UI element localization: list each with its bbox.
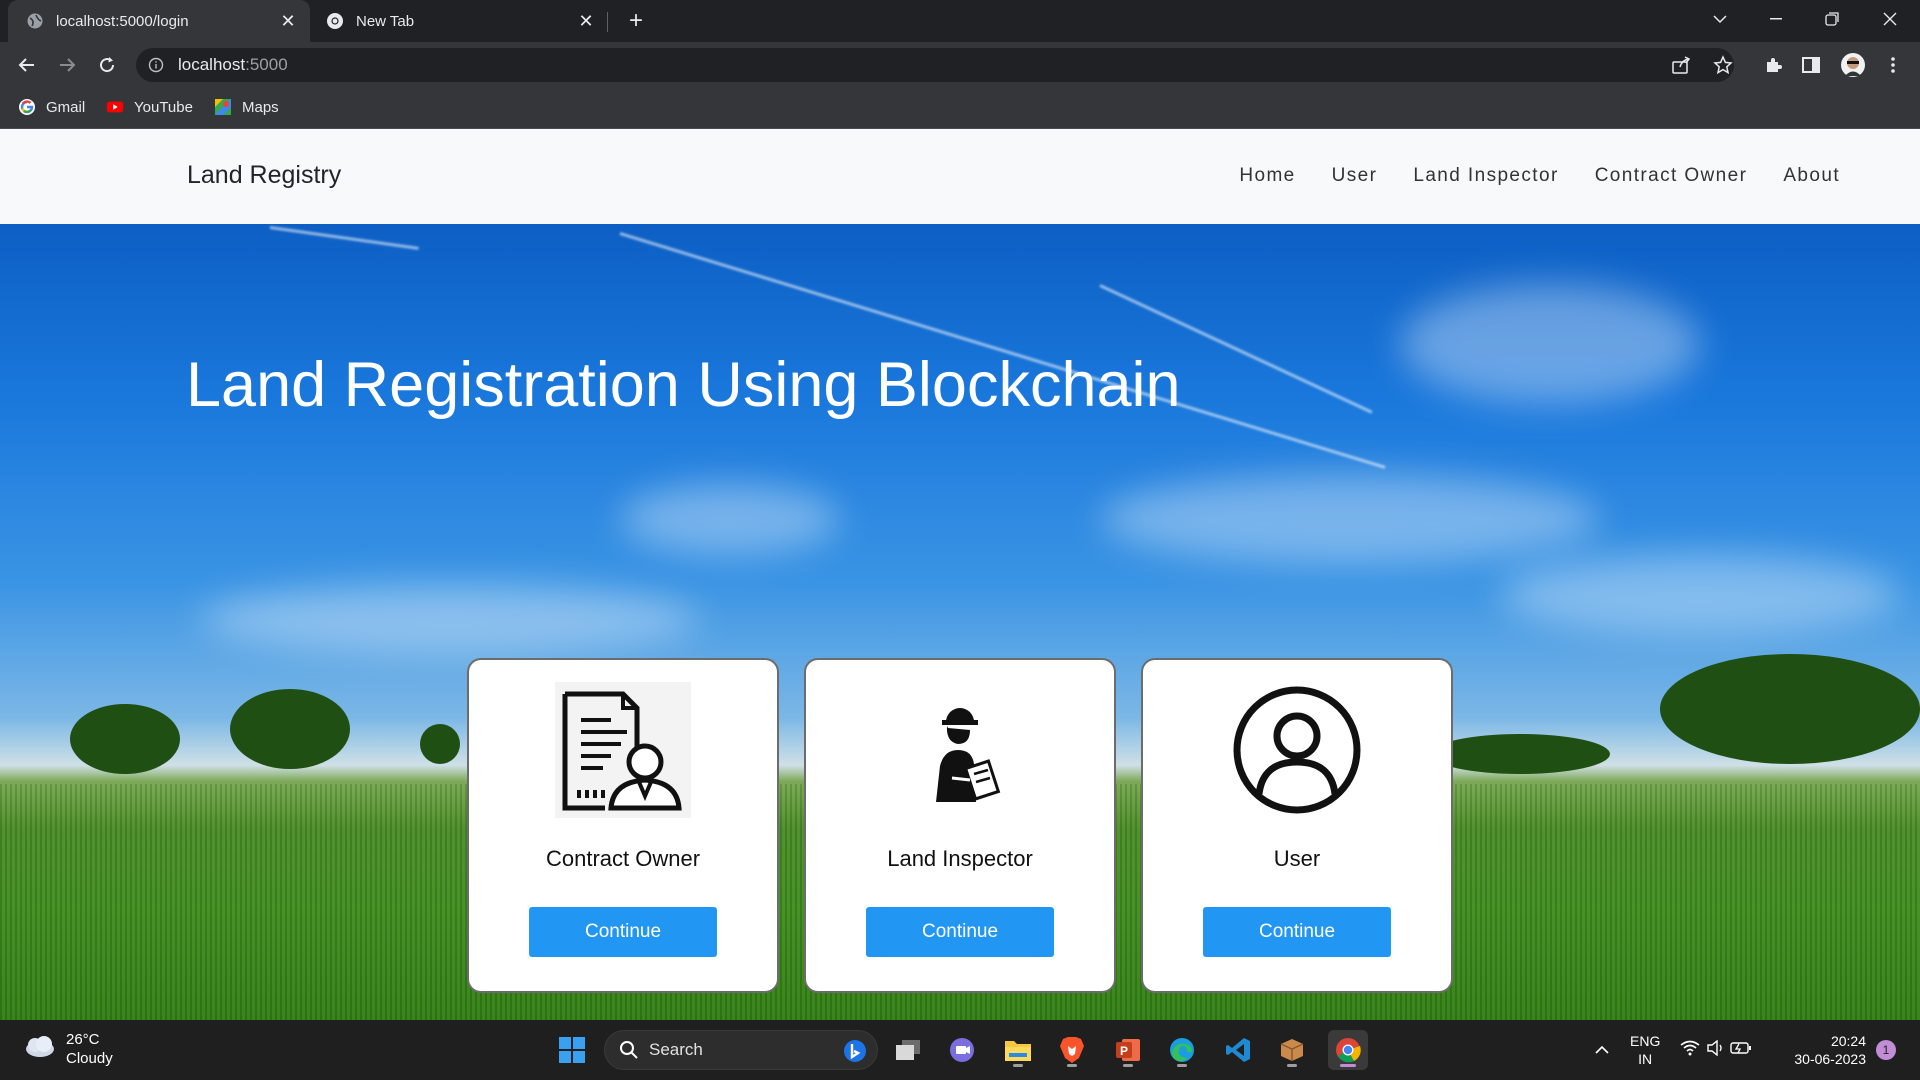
clock[interactable]: 20:24 30-06-2023 [1782, 1032, 1866, 1068]
bookmarks-bar: Gmail YouTube Maps [0, 88, 1920, 129]
wifi-icon [1680, 1040, 1700, 1061]
powerpoint-icon[interactable]: P [1108, 1030, 1148, 1070]
cloud-decoration [200, 584, 700, 654]
extensions-icon[interactable] [1758, 50, 1788, 80]
back-icon[interactable] [12, 50, 42, 80]
card-contract-owner: Contract Owner Continue [467, 658, 779, 993]
cloud-decoration [1100, 474, 1600, 564]
search-icon [619, 1040, 639, 1060]
clock-time: 20:24 [1830, 1033, 1866, 1049]
package-app-icon[interactable] [1272, 1030, 1312, 1070]
file-explorer-icon[interactable] [998, 1030, 1038, 1070]
tab-divider [607, 12, 608, 32]
card-title: Land Inspector [887, 846, 1033, 871]
bookmark-maps[interactable]: Maps [214, 98, 279, 116]
close-window-icon[interactable] [1862, 0, 1918, 38]
close-tab-icon[interactable]: ✕ [576, 11, 596, 31]
nav-link-home[interactable]: Home [1239, 165, 1295, 187]
clock-date: 30-06-2023 [1794, 1051, 1866, 1067]
google-icon [18, 98, 36, 116]
weather-widget[interactable]: 26°C Cloudy [22, 1030, 113, 1068]
web-page: Land Registry Home User Land Inspector C… [0, 129, 1920, 1020]
bookmark-gmail[interactable]: Gmail [18, 98, 85, 116]
windows-taskbar: 26°C Cloudy Search P ENG IN 20:24 30-06-… [0, 1020, 1920, 1080]
nav-link-about[interactable]: About [1783, 165, 1840, 187]
card-land-inspector: Land Inspector Continue [804, 658, 1116, 993]
menu-kebab-icon[interactable] [1878, 50, 1908, 80]
svg-text:P: P [1120, 1044, 1128, 1058]
taskbar-search-input[interactable]: Search [604, 1030, 878, 1070]
edge-browser-icon[interactable] [1162, 1030, 1202, 1070]
tab-new-tab[interactable]: New Tab ✕ [312, 0, 608, 42]
nav-link-land-inspector[interactable]: Land Inspector [1413, 165, 1558, 187]
address-bar[interactable]: localhost:5000 [136, 48, 1734, 82]
close-tab-icon[interactable]: ✕ [278, 11, 298, 31]
user-continue-button[interactable]: Continue [1203, 907, 1391, 957]
browser-tab-bar: localhost:5000/login ✕ New Tab ✕ + [0, 0, 1920, 42]
share-icon[interactable] [1668, 52, 1694, 78]
brand-logo-text[interactable]: Land Registry [187, 161, 341, 190]
tab-title: localhost:5000/login [56, 12, 189, 30]
cloud-decoration [1500, 554, 1900, 634]
bookmark-star-icon[interactable] [1710, 52, 1736, 78]
language-indicator[interactable]: ENG IN [1630, 1032, 1660, 1068]
new-tab-button[interactable]: + [620, 7, 652, 34]
browser-toolbar: localhost:5000 [0, 42, 1920, 88]
cloud-decoration [620, 484, 840, 554]
tab-search-icon[interactable] [1692, 0, 1748, 38]
contract-owner-continue-button[interactable]: Continue [529, 907, 717, 957]
restore-icon[interactable] [1804, 0, 1860, 38]
bookmark-youtube[interactable]: YouTube [106, 98, 193, 116]
cloud-decoration [1400, 284, 1700, 404]
chrome-taskbar-icon[interactable] [1328, 1030, 1368, 1070]
contrail-decoration [269, 226, 419, 250]
weather-description: Cloudy [66, 1050, 113, 1067]
cloud-weather-icon [22, 1035, 56, 1064]
youtube-icon [106, 98, 124, 116]
reload-icon[interactable] [92, 50, 122, 80]
chrome-icon [326, 12, 344, 30]
system-tray-status[interactable] [1676, 1030, 1756, 1070]
nav-links: Home User Land Inspector Contract Owner … [1203, 165, 1840, 187]
card-title: Contract Owner [545, 846, 701, 871]
tab-login[interactable]: localhost:5000/login ✕ [8, 0, 310, 42]
contract-owner-icon [555, 682, 691, 818]
user-icon [1229, 682, 1365, 818]
task-view-icon[interactable] [888, 1030, 928, 1070]
weather-temperature: 26°C [66, 1031, 100, 1048]
url-text: localhost:5000 [178, 55, 288, 74]
site-navbar: Land Registry Home User Land Inspector C… [0, 129, 1920, 224]
volume-icon [1706, 1039, 1724, 1061]
profile-avatar[interactable] [1838, 50, 1868, 80]
notification-badge[interactable]: 1 [1876, 1040, 1896, 1060]
nav-link-user[interactable]: User [1332, 165, 1378, 187]
windows-start-icon[interactable] [552, 1030, 592, 1070]
teams-chat-icon[interactable] [942, 1030, 982, 1070]
brave-browser-icon[interactable] [1052, 1030, 1092, 1070]
site-info-icon[interactable] [148, 57, 164, 73]
bing-icon[interactable] [843, 1039, 867, 1063]
forward-icon[interactable] [52, 50, 82, 80]
vscode-icon[interactable] [1218, 1030, 1258, 1070]
hero-title: Land Registration Using Blockchain [186, 350, 1181, 420]
side-panel-icon[interactable] [1796, 50, 1826, 80]
minimize-icon[interactable] [1748, 0, 1804, 38]
maps-icon [214, 98, 232, 116]
card-title: User [1273, 846, 1321, 871]
battery-icon [1730, 1041, 1752, 1060]
land-inspector-icon [892, 682, 1028, 818]
nav-link-contract-owner[interactable]: Contract Owner [1595, 165, 1748, 187]
tab-title: New Tab [356, 12, 415, 30]
card-user: User Continue [1141, 658, 1453, 993]
globe-icon [26, 12, 44, 30]
chevron-up-icon[interactable] [1582, 1030, 1622, 1070]
land-inspector-continue-button[interactable]: Continue [866, 907, 1054, 957]
